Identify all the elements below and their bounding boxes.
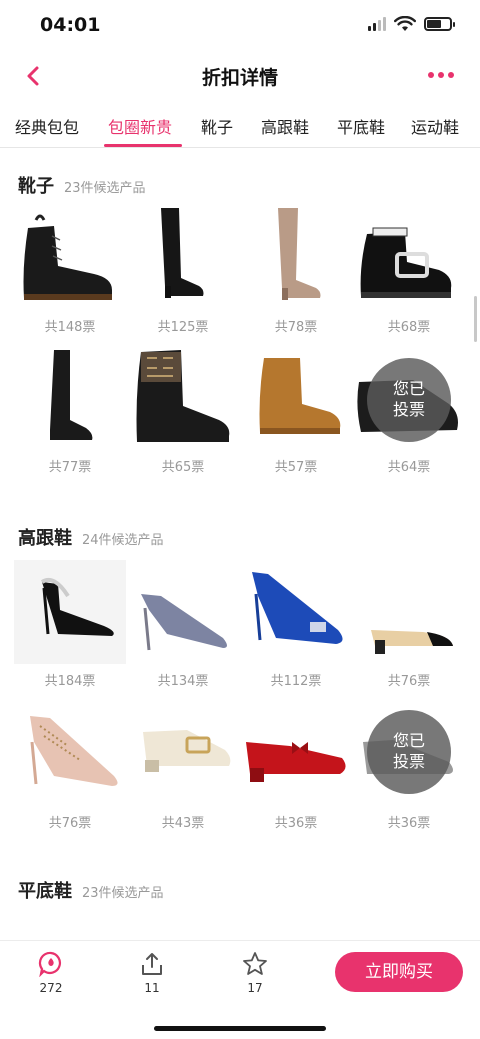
vote-count: 共57票 [274,460,318,475]
product-item[interactable]: 共57票 [240,346,352,476]
vote-count: 共76票 [48,816,92,831]
vote-count: 共148票 [44,320,96,335]
page-title: 折扣详情 [201,67,278,89]
status-icons [368,16,455,32]
category-tabs: 经典包包 包圈新贵 靴子 高跟鞋 平底鞋 运动鞋 [0,102,480,148]
comment-count: 272 [39,981,63,995]
section-header-flats: 平底鞋 23件候选产品 [18,877,164,903]
section-header-boots: 靴子 23件候选产品 [18,172,146,198]
vote-count: 共184票 [44,674,96,689]
glitter-pump-icon [141,594,227,651]
comment-button[interactable]: 272 [21,951,81,995]
home-indicator [154,1026,326,1031]
section-name: 高跟鞋 [18,528,72,549]
section-header-heels: 高跟鞋 24件候选产品 [18,524,164,550]
product-item[interactable]: 共65票 [127,346,239,476]
two-tone-slingback-icon [371,630,453,654]
tab-high-heels[interactable]: 高跟鞋 [261,114,309,138]
section-name: 靴子 [18,176,54,197]
battery-icon [424,17,455,31]
over-knee-boot-icon [161,208,204,298]
status-time: 04:01 [40,14,101,36]
section-count: 23件候选产品 [64,181,146,196]
vote-count: 共134票 [157,674,209,689]
vote-count: 共77票 [48,460,92,475]
slingback-pump-icon [14,560,126,664]
sheepskin-boot-icon [259,358,341,434]
cream-loafer-icon [143,730,231,772]
section-count: 23件候选产品 [82,886,164,901]
section-name: 平底鞋 [18,881,72,902]
sock-boot-icon [136,350,230,442]
voted-badge: 您已 投票 [367,358,451,442]
share-count: 11 [144,981,160,995]
product-item[interactable]: 共43票 [127,702,239,832]
tan-thigh-boot-icon [278,208,321,300]
signal-icon [368,17,386,31]
product-item[interactable]: 共134票 [127,560,239,690]
more-dots-icon[interactable] [428,72,454,78]
status-bar: 04:01 [0,0,480,50]
product-item[interactable]: 共112票 [240,560,352,690]
share-button[interactable]: 11 [122,951,182,995]
vote-count: 共112票 [270,674,322,689]
vote-count: 共125票 [157,320,209,335]
product-item[interactable]: 共68票 [353,206,465,336]
vote-count: 共64票 [387,460,431,475]
product-item[interactable]: 共77票 [14,346,126,476]
voted-badge: 您已 投票 [367,710,451,794]
vote-count: 共76票 [387,674,431,689]
vote-count: 共78票 [274,320,318,335]
knee-boot-icon [50,350,93,440]
vote-count: 共68票 [387,320,431,335]
studded-heel-icon [30,716,118,786]
vote-count: 共36票 [387,816,431,831]
product-item[interactable]: 共36票 [240,702,352,832]
product-item[interactable]: 共76票 [353,560,465,690]
share-icon [142,953,162,975]
combat-boot-icon [23,214,112,300]
tab-classic-bags[interactable]: 经典包包 [15,114,79,138]
product-item[interactable]: 共148票 [14,206,126,336]
star-icon [243,952,267,975]
section-count: 24件候选产品 [82,533,164,548]
vote-count: 共36票 [274,816,318,831]
vote-count: 共43票 [161,816,205,831]
tab-new-bags[interactable]: 包圈新贵 [108,114,172,138]
vote-count: 共65票 [161,460,205,475]
voted-line2: 投票 [392,752,425,771]
red-bow-pump-icon [246,742,346,782]
bottom-action-bar: 272 11 17 立即购买 [0,940,480,1039]
blue-satin-pump-icon [252,572,343,644]
wifi-icon [394,16,416,31]
favorite-count: 17 [247,981,263,995]
voted-line1: 您已 [392,731,425,750]
comment-icon [38,951,61,977]
nav-bar: 折扣详情 [0,50,480,102]
product-item[interactable]: 共184票 [14,560,126,690]
product-item[interactable]: 共125票 [127,206,239,336]
voted-line2: 投票 [392,400,425,419]
voted-line1: 您已 [392,379,425,398]
buckle-ankle-boot-icon [360,227,452,298]
product-item[interactable]: 共78票 [240,206,352,336]
tab-flats[interactable]: 平底鞋 [337,114,385,138]
tab-boots[interactable]: 靴子 [201,114,233,138]
product-item[interactable]: 共76票 [14,702,126,832]
tab-sneakers[interactable]: 运动鞋 [411,114,459,138]
favorite-button[interactable]: 17 [225,951,285,995]
active-tab-indicator [104,144,182,147]
scrollbar[interactable] [474,296,477,342]
buy-now-button[interactable]: 立即购买 [335,952,463,992]
